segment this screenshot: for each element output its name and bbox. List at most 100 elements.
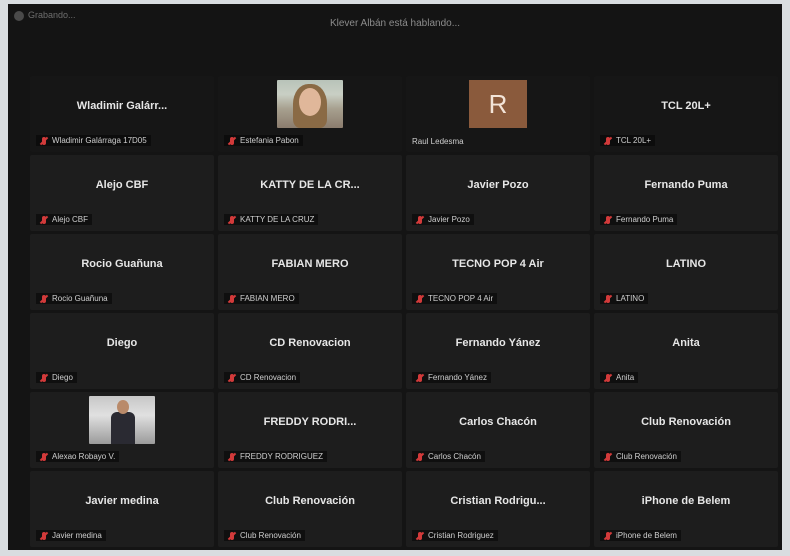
participant-name: Anita [616,373,635,382]
participant-tile[interactable]: iPhone de Belem iPhone de Belem [594,471,778,547]
participant-label: Javier medina [36,530,106,541]
head-shape [117,400,129,414]
participant-name: Estefania Pabon [240,136,299,145]
participant-tile[interactable]: Rocio Guañuna Rocio Guañuna [30,234,214,310]
participant-name: Club Renovación [240,531,301,540]
mic-off-icon [228,136,236,145]
participant-name: Javier Pozo [428,215,470,224]
participant-label: KATTY DE LA CRUZ [224,214,319,225]
participant-label: Club Renovación [224,530,305,541]
mic-off-icon [416,452,424,461]
participant-tile[interactable]: Javier Pozo Javier Pozo [406,155,590,231]
participant-display-name: Club Renovación [641,416,731,428]
participant-tile[interactable]: FABIAN MERO FABIAN MERO [218,234,402,310]
participant-display-name: FREDDY RODRI... [263,416,357,428]
participant-name: FREDDY RODRIGUEZ [240,452,323,461]
participant-tile[interactable]: Club Renovación Club Renovación [218,471,402,547]
participant-label: Fernando Yánez [412,372,492,383]
participant-tile[interactable]: Alejo CBF Alejo CBF [30,155,214,231]
participant-display-name: TCL 20L+ [661,100,711,112]
participant-tile[interactable]: KATTY DE LA CR... KATTY DE LA CRUZ [218,155,402,231]
participant-tile[interactable]: Alexao Robayo V. [30,392,214,468]
participant-tile[interactable]: R Raul Ledesma [406,76,590,152]
participant-display-name: Javier Pozo [467,179,529,191]
participant-label: Fernando Puma [600,214,678,225]
participant-tile[interactable]: Carlos Chacón Carlos Chacón [406,392,590,468]
participant-label: TCL 20L+ [600,135,656,146]
avatar: R [469,80,527,128]
participant-display-name: Alejo CBF [95,179,149,191]
participant-name: Wladimir Galárraga 17D05 [52,136,147,145]
participant-display-name: Anita [672,337,700,349]
mic-off-icon [40,452,48,461]
participant-tile[interactable]: TCL 20L+ TCL 20L+ [594,76,778,152]
participant-name: CD Renovacion [240,373,297,382]
participant-label: Alexao Robayo V. [36,451,120,462]
participant-tile[interactable]: Wladimir Galárr... Wladimir Galárraga 17… [30,76,214,152]
mic-off-icon [604,452,612,461]
participant-display-name: Cristian Rodrigu... [450,495,546,507]
face-shape [299,88,321,116]
participant-display-name: KATTY DE LA CR... [260,179,360,191]
participant-label: CD Renovacion [224,372,301,383]
participant-label: Estefania Pabon [224,135,303,146]
participant-display-name: Javier medina [85,495,159,507]
participant-name: Carlos Chacón [428,452,481,461]
mic-off-icon [40,215,48,224]
participant-tile[interactable]: Fernando Yánez Fernando Yánez [406,313,590,389]
participant-name: Cristian Rodriguez [428,531,494,540]
top-bar: Grabando... Klever Albán está hablando..… [8,4,782,34]
participant-display-name: FABIAN MERO [271,258,349,270]
participant-display-name: Diego [106,337,138,349]
participant-label: TECNO POP 4 Air [412,293,498,304]
participant-name: Alejo CBF [52,215,89,224]
participant-display-name: Wladimir Galárr... [76,100,168,112]
participant-tile[interactable]: Diego Diego [30,313,214,389]
participant-name: Fernando Yánez [428,373,488,382]
participant-label: Javier Pozo [412,214,474,225]
participant-display-name: LATINO [665,258,707,270]
participant-display-name: Rocio Guañuna [81,258,163,270]
participant-label: Anita [600,372,639,383]
participant-tile[interactable]: FREDDY RODRI... FREDDY RODRIGUEZ [218,392,402,468]
participant-label: Carlos Chacón [412,451,485,462]
mic-off-icon [228,373,236,382]
mic-off-icon [40,531,48,540]
body-shape [111,412,135,444]
participant-label: LATINO [600,293,649,304]
participant-label: Rocio Guañuna [36,293,112,304]
participant-label: Alejo CBF [36,214,93,225]
participant-display-name: Club Renovación [265,495,355,507]
participant-name: TECNO POP 4 Air [428,294,494,303]
participant-name: Raul Ledesma [412,137,464,146]
participant-name: Club Renovación [616,452,677,461]
participant-tile[interactable]: LATINO LATINO [594,234,778,310]
participant-video [277,80,343,128]
participant-tile[interactable]: Anita Anita [594,313,778,389]
participant-tile[interactable]: CD Renovacion CD Renovacion [218,313,402,389]
participant-tile[interactable]: Javier medina Javier medina [30,471,214,547]
participant-tile[interactable]: Fernando Puma Fernando Puma [594,155,778,231]
participant-name: TCL 20L+ [616,136,652,145]
meeting-window: Grabando... Klever Albán está hablando..… [8,4,782,550]
participant-name: iPhone de Belem [616,531,677,540]
participant-label: Wladimir Galárraga 17D05 [36,135,151,146]
participant-tile[interactable]: Estefania Pabon [218,76,402,152]
participant-name: Alexao Robayo V. [52,452,116,461]
mic-off-icon [604,294,612,303]
participant-grid: Wladimir Galárr... Wladimir Galárraga 17… [30,76,780,550]
mic-off-icon [228,294,236,303]
mic-off-icon [228,531,236,540]
participant-tile[interactable]: Cristian Rodrigu... Cristian Rodriguez [406,471,590,547]
mic-off-icon [228,452,236,461]
active-speaker-text: Klever Albán está hablando... [329,18,461,29]
mic-off-icon [604,136,612,145]
participant-name: LATINO [616,294,645,303]
mic-off-icon [40,373,48,382]
participant-name: FABIAN MERO [240,294,295,303]
participant-tile[interactable]: TECNO POP 4 Air TECNO POP 4 Air [406,234,590,310]
participant-display-name: Fernando Puma [644,179,728,191]
participant-name: KATTY DE LA CRUZ [240,215,315,224]
participant-tile[interactable]: Club Renovación Club Renovación [594,392,778,468]
participant-display-name: CD Renovacion [269,337,351,349]
